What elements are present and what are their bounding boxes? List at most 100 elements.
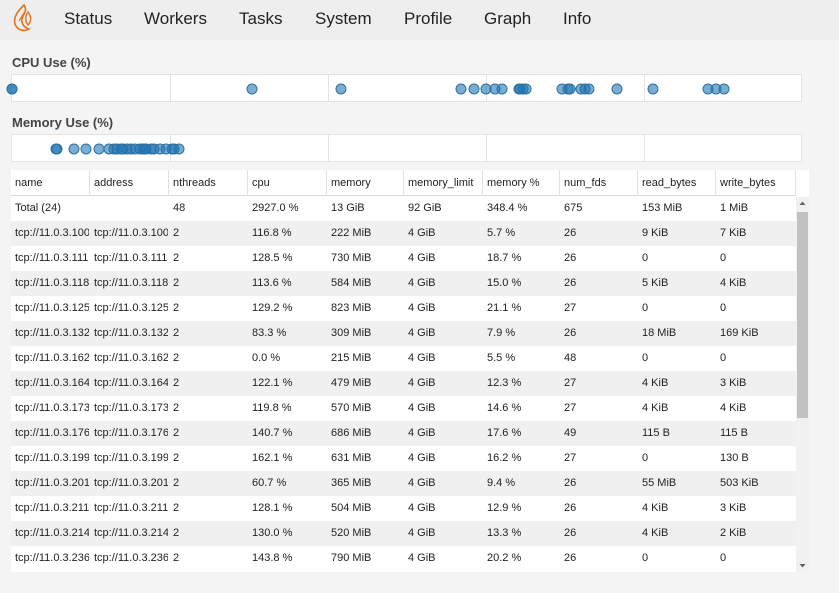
cell-num-fds: 26	[564, 502, 577, 514]
plot-grid-line	[644, 135, 645, 161]
table-total-row[interactable]: Total (24) 48 2927.0 % 13 GiB 92 GiB 348.4 % 6…	[11, 196, 796, 221]
column-header-address[interactable]: address	[90, 170, 169, 196]
table-row[interactable]: tcp://11.0.3.162 tcp://11.0.3.162 2 0.0 % 21…	[11, 346, 796, 371]
cell-cpu: 130.0 %	[252, 527, 293, 539]
table-row[interactable]: tcp://11.0.3.201 tcp://11.0.3.201 2 60.7 % 3…	[11, 471, 796, 496]
cell-read-bytes: 115 B	[642, 427, 670, 439]
cell-name: Total (24)	[15, 202, 61, 214]
scrollbar-thumb[interactable]	[797, 212, 808, 418]
cell-read-bytes: 4 KiB	[642, 402, 669, 414]
table-header: name address nthreads cpu memory memory_limit…	[11, 170, 796, 196]
table-row[interactable]: tcp://11.0.3.176 tcp://11.0.3.176 2 140.7 %…	[11, 421, 796, 446]
cell-num-fds: 26	[564, 252, 577, 264]
cell-write-bytes: 4 KiB	[720, 402, 747, 414]
memory-scatter-plot	[11, 134, 802, 162]
cell-nthreads: 2	[173, 502, 180, 514]
table-row[interactable]: tcp://11.0.3.111 tcp://11.0.3.111 2 128.5 %…	[11, 246, 796, 271]
cell-address: tcp://11.0.3.211	[94, 502, 168, 514]
cell-name: tcp://11.0.3.199	[15, 452, 89, 464]
cell-memory-percent: 15.0 %	[487, 277, 522, 289]
cell-memory-limit: 4 GiB	[408, 227, 436, 239]
cell-name: tcp://11.0.3.176	[15, 427, 89, 439]
cell-write-bytes: 0	[720, 302, 727, 314]
scroll-down-arrow-icon[interactable]	[796, 559, 809, 572]
scatter-point	[468, 83, 480, 95]
cell-address: tcp://11.0.3.111	[94, 252, 168, 264]
column-header-num-fds[interactable]: num_fds	[560, 170, 638, 196]
table-row[interactable]: tcp://11.0.3.214 tcp://11.0.3.214 2 130.0 %…	[11, 521, 796, 546]
table-row[interactable]: tcp://11.0.3.132 tcp://11.0.3.132 2 83.3 % 3…	[11, 321, 796, 346]
cell-memory: 584 MiB	[331, 277, 372, 289]
column-header-memory[interactable]: memory	[327, 170, 404, 196]
cell-memory-limit: 4 GiB	[408, 302, 436, 314]
table-body[interactable]: Total (24) 48 2927.0 % 13 GiB 92 GiB 348.4 % 6…	[11, 196, 796, 571]
cell-name: tcp://11.0.3.173	[15, 402, 89, 414]
cell-write-bytes: 4 KiB	[720, 277, 747, 289]
cell-nthreads: 2	[173, 427, 180, 439]
cell-nthreads: 2	[173, 377, 180, 389]
column-header-memory-limit[interactable]: memory_limit	[404, 170, 483, 196]
scatter-point	[520, 83, 532, 95]
table-row[interactable]: tcp://11.0.3.100 tcp://11.0.3.100 2 116.8 %…	[11, 221, 796, 246]
nav-workers[interactable]: Workers	[144, 9, 207, 29]
scatter-point	[579, 83, 591, 95]
scatter-point	[335, 83, 347, 95]
column-header-memory-percent[interactable]: memory %	[483, 170, 560, 196]
column-header-cpu[interactable]: cpu	[248, 170, 327, 196]
cell-cpu: 128.1 %	[252, 502, 293, 514]
dask-flame-icon[interactable]	[10, 3, 36, 33]
cell-name: tcp://11.0.3.132	[15, 327, 89, 339]
nav-profile[interactable]: Profile	[404, 9, 452, 29]
cell-num-fds: 48	[564, 352, 577, 364]
cell-memory-percent: 12.3 %	[487, 377, 522, 389]
nav-status[interactable]: Status	[64, 9, 112, 29]
cell-cpu: 140.7 %	[252, 427, 293, 439]
cpu-scatter-plot	[6, 74, 802, 102]
scatter-point	[93, 143, 105, 155]
scatter-point	[718, 83, 730, 95]
scatter-point	[80, 143, 92, 155]
table-row[interactable]: tcp://11.0.3.173 tcp://11.0.3.173 2 119.8 %…	[11, 396, 796, 421]
cell-memory-limit: 4 GiB	[408, 427, 436, 439]
cell-write-bytes: 503 KiB	[720, 477, 759, 489]
cell-num-fds: 26	[564, 277, 577, 289]
table-row[interactable]: tcp://11.0.3.199 tcp://11.0.3.199 2 162.1 %…	[11, 446, 796, 471]
nav-tasks[interactable]: Tasks	[239, 9, 282, 29]
cell-memory-percent: 9.4 %	[487, 477, 516, 489]
scatter-point	[496, 83, 508, 95]
cell-write-bytes: 0	[720, 552, 727, 564]
nav-graph[interactable]: Graph	[484, 9, 531, 29]
cell-num-fds: 27	[564, 377, 577, 389]
scatter-point	[139, 143, 151, 155]
cell-memory-percent: 348.4 %	[487, 202, 528, 214]
cell-memory-limit: 4 GiB	[408, 552, 436, 564]
cell-read-bytes: 9 KiB	[642, 227, 669, 239]
table-row[interactable]: tcp://11.0.3.164 tcp://11.0.3.164 2 122.1 %…	[11, 371, 796, 396]
column-header-nthreads[interactable]: nthreads	[169, 170, 248, 196]
table-row[interactable]: tcp://11.0.3.211 tcp://11.0.3.211 2 128.1 %…	[11, 496, 796, 521]
column-header-name[interactable]: name	[11, 170, 90, 196]
cell-memory-limit: 4 GiB	[408, 502, 436, 514]
cell-cpu: 128.5 %	[252, 252, 293, 264]
table-row[interactable]: tcp://11.0.3.118 tcp://11.0.3.118 2 113.6 %…	[11, 271, 796, 296]
cell-memory-percent: 12.9 %	[487, 502, 522, 514]
nav-info[interactable]: Info	[563, 9, 591, 29]
cell-nthreads: 2	[173, 402, 180, 414]
cell-read-bytes: 5 KiB	[642, 277, 669, 289]
column-header-read-bytes[interactable]: read_bytes	[638, 170, 716, 196]
table-row[interactable]: tcp://11.0.3.125 tcp://11.0.3.125 2 129.2 %…	[11, 296, 796, 321]
table-scrollbar[interactable]	[796, 197, 809, 572]
cell-num-fds: 27	[564, 402, 577, 414]
plot-grid-line	[328, 75, 329, 101]
scatter-point	[68, 143, 80, 155]
nav-system[interactable]: System	[315, 9, 372, 29]
cell-cpu: 2927.0 %	[252, 202, 299, 214]
column-header-write-bytes[interactable]: write_bytes	[716, 170, 796, 196]
table-row[interactable]: tcp://11.0.3.236 tcp://11.0.3.236 2 143.8 %…	[11, 546, 796, 571]
cell-num-fds: 26	[564, 527, 577, 539]
cell-num-fds: 26	[564, 327, 577, 339]
cell-memory-percent: 17.6 %	[487, 427, 522, 439]
cell-write-bytes: 7 KiB	[720, 227, 747, 239]
scroll-up-arrow-icon[interactable]	[796, 197, 809, 210]
plot-grid-line	[170, 75, 171, 101]
